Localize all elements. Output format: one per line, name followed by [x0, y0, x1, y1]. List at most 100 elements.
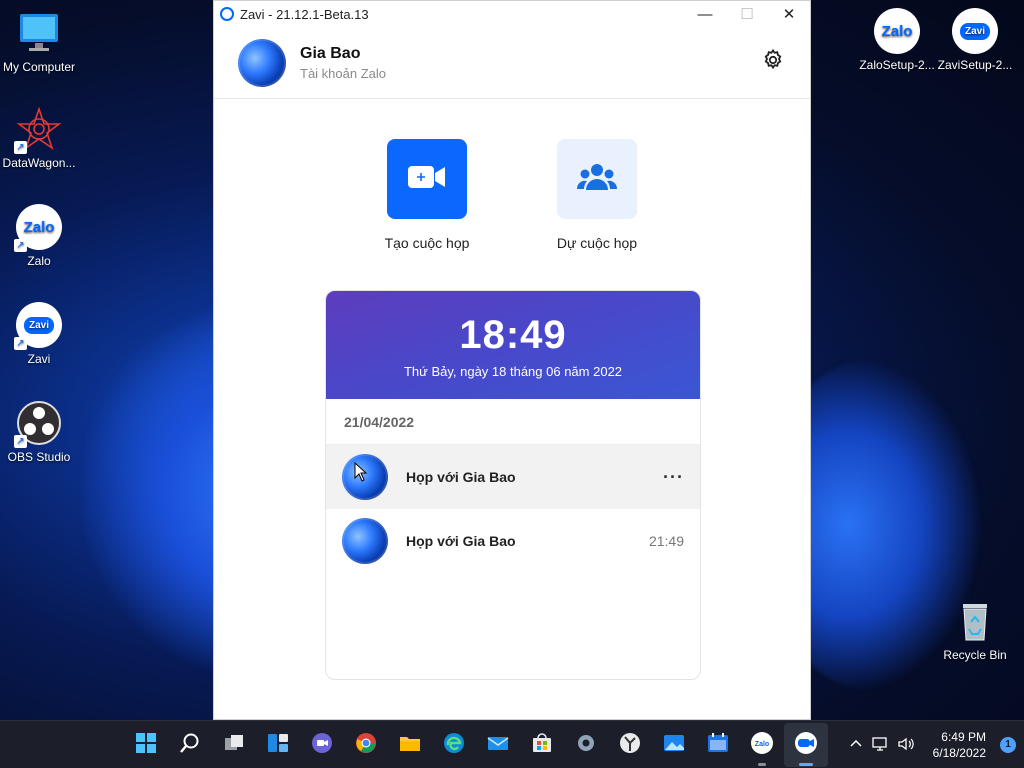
- volume-icon[interactable]: [897, 736, 915, 755]
- meeting-time: 21:49: [648, 533, 684, 549]
- chrome-icon: [355, 732, 377, 759]
- taskbar: Zalo 6:49 PM 6/18/2022 1: [0, 720, 1024, 768]
- profile-name: Gia Bao: [300, 44, 361, 62]
- close-button[interactable]: ✕: [768, 1, 810, 27]
- meeting-group-date: 21/04/2022: [326, 399, 700, 445]
- search-button[interactable]: [168, 723, 212, 767]
- edge-icon: [443, 732, 465, 759]
- window-title: Zavi - 21.12.1-Beta.13: [240, 6, 369, 22]
- meeting-item[interactable]: Họp với Gia Bao 21:49: [326, 509, 700, 573]
- chevron-up-icon[interactable]: [849, 737, 863, 754]
- zalo-icon: Zalo ↗: [14, 204, 62, 252]
- search-icon: [179, 732, 201, 759]
- create-meeting-label: Tạo cuộc họp: [384, 235, 470, 251]
- running-indicator: [758, 763, 766, 766]
- title-bar[interactable]: Zavi - 21.12.1-Beta.13 — ☐ ✕: [214, 1, 810, 27]
- meeting-actions: Tạo cuộc họp Dự cuộc họp: [214, 139, 810, 251]
- zalo-icon: Zalo: [874, 8, 920, 54]
- profile-info: Gia Bao Tài khoản Zalo: [300, 45, 760, 81]
- zavi-icon: Zavi ↗: [14, 302, 62, 350]
- start-icon: [135, 732, 157, 759]
- desktop-icon-obs[interactable]: ↗ OBS Studio: [0, 400, 78, 464]
- file-explorer-icon: [399, 732, 421, 759]
- desktop-icon-zavisetup[interactable]: Zavi ZaviSetup-2...: [936, 8, 1014, 72]
- desktop-icon-datawagon[interactable]: ↗ DataWagon...: [0, 106, 78, 170]
- meeting-title: Họp với Gia Bao: [406, 469, 516, 485]
- task-view-icon: [223, 732, 245, 759]
- photos-icon: [663, 732, 685, 759]
- taskbar-clock[interactable]: 6:49 PM 6/18/2022: [933, 729, 986, 761]
- schedule-card: 18:49 Thứ Bảy, ngày 18 tháng 06 năm 2022…: [325, 290, 701, 680]
- system-tray: 6:49 PM 6/18/2022 1: [849, 721, 1016, 768]
- minimize-button[interactable]: —: [684, 1, 726, 27]
- desktop-icon-my-computer[interactable]: My Computer: [0, 10, 78, 74]
- avatar[interactable]: [238, 38, 286, 87]
- clock-app-button[interactable]: [608, 723, 652, 767]
- join-meeting-action[interactable]: Dự cuộc họp: [542, 139, 652, 251]
- widgets-button[interactable]: [256, 723, 300, 767]
- join-meeting-button[interactable]: [557, 139, 637, 219]
- desktop-icon-zalo[interactable]: Zalo ↗ Zalo: [0, 204, 78, 268]
- photos-button[interactable]: [652, 723, 696, 767]
- calendar-icon: [707, 732, 729, 759]
- chrome-button[interactable]: [344, 723, 388, 767]
- shortcut-arrow-icon: ↗: [14, 239, 27, 252]
- create-meeting-button[interactable]: [387, 139, 467, 219]
- calendar-button[interactable]: [696, 723, 740, 767]
- avatar: [342, 518, 388, 564]
- current-time: 18:49: [459, 313, 567, 357]
- zalo-taskbar-button[interactable]: Zalo: [740, 723, 784, 767]
- task-view-button[interactable]: [212, 723, 256, 767]
- teams-chat-icon: [311, 732, 333, 759]
- zavi-icon: [794, 731, 818, 760]
- more-options-button[interactable]: ···: [663, 467, 684, 488]
- schedule-header: 18:49 Thứ Bảy, ngày 18 tháng 06 năm 2022: [326, 291, 700, 399]
- mail-icon: [487, 732, 509, 759]
- taskbar-date: 6/18/2022: [932, 746, 986, 760]
- computer-monitor-icon: [16, 10, 62, 56]
- gear-icon: [761, 48, 785, 77]
- desktop-icon-recycle-bin[interactable]: Recycle Bin: [936, 598, 1014, 662]
- settings-app-button[interactable]: [564, 723, 608, 767]
- desktop-icon-zavi[interactable]: Zavi ↗ Zavi: [0, 302, 78, 366]
- running-indicator: [799, 763, 813, 766]
- desktop-icon-zalosetup[interactable]: Zalo ZaloSetup-2...: [858, 8, 936, 72]
- mail-button[interactable]: [476, 723, 520, 767]
- meeting-item[interactable]: Họp với Gia Bao ···: [326, 445, 700, 509]
- zavi-taskbar-button[interactable]: [784, 723, 828, 767]
- edge-button[interactable]: [432, 723, 476, 767]
- join-meeting-label: Dự cuộc họp: [556, 235, 638, 251]
- taskbar-apps: Zalo: [124, 721, 828, 768]
- zavi-icon: Zavi: [952, 8, 998, 54]
- obs-icon: ↗: [14, 400, 62, 448]
- video-plus-icon: [407, 164, 447, 195]
- current-date: Thứ Bảy, ngày 18 tháng 06 năm 2022: [403, 364, 623, 379]
- zalo-icon: Zalo: [750, 731, 774, 760]
- shortcut-arrow-icon: ↗: [14, 141, 27, 154]
- group-icon: [576, 162, 618, 197]
- datawagon-icon: ↗: [14, 106, 62, 154]
- network-icon[interactable]: [871, 736, 889, 755]
- teams-chat-button[interactable]: [300, 723, 344, 767]
- profile-header: Gia Bao Tài khoản Zalo: [214, 27, 810, 99]
- clock-app-icon: [619, 732, 641, 759]
- shortcut-arrow-icon: ↗: [14, 435, 27, 448]
- store-button[interactable]: [520, 723, 564, 767]
- maximize-button[interactable]: ☐: [726, 1, 768, 27]
- start-button[interactable]: [124, 723, 168, 767]
- create-meeting-action[interactable]: Tạo cuộc họp: [372, 139, 482, 251]
- recycle-bin-icon: [952, 598, 998, 644]
- zavi-window: Zavi - 21.12.1-Beta.13 — ☐ ✕ Gia Bao Tài…: [213, 0, 811, 720]
- store-icon: [531, 732, 553, 759]
- settings-button[interactable]: [760, 48, 786, 77]
- shortcut-arrow-icon: ↗: [14, 337, 27, 350]
- file-explorer-button[interactable]: [388, 723, 432, 767]
- profile-account: Tài khoản Zalo: [300, 65, 386, 81]
- svg-text:Zalo: Zalo: [755, 741, 769, 748]
- settings-icon: [575, 732, 597, 759]
- widgets-icon: [267, 732, 289, 759]
- meeting-title: Họp với Gia Bao: [406, 533, 516, 549]
- notification-badge[interactable]: 1: [1000, 737, 1016, 753]
- taskbar-time: 6:49 PM: [941, 730, 986, 744]
- zavi-app-icon: [220, 7, 234, 21]
